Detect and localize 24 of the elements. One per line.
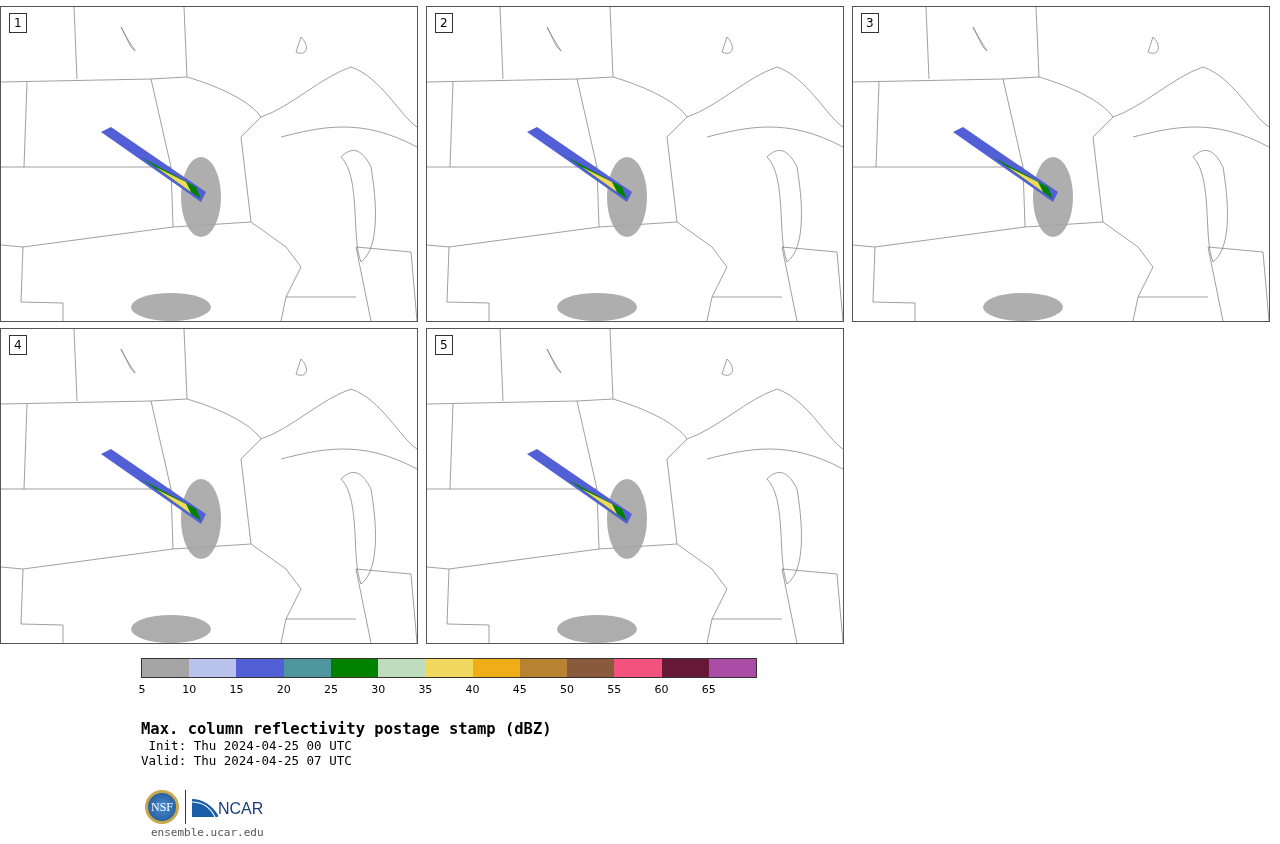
tick-label: 10	[182, 684, 197, 696]
panel-number: 2	[435, 13, 453, 33]
ncar-logo: NCAR	[192, 797, 264, 817]
tick-label: 65	[701, 684, 716, 696]
tick-label: 25	[323, 684, 338, 696]
tick-label: 5	[138, 684, 146, 696]
tick-label: 45	[512, 684, 527, 696]
tick-label: 30	[371, 684, 386, 696]
tick-label: 15	[229, 684, 244, 696]
tick-label: 50	[560, 684, 575, 696]
tick-label: 35	[418, 684, 433, 696]
chart-title: Max. column reflectivity postage stamp (dBZ)	[141, 720, 553, 738]
tick-label: 55	[607, 684, 622, 696]
tick-label: 20	[276, 684, 291, 696]
website-url: ensemble.ucar.edu	[151, 826, 265, 839]
panel-number: 4	[9, 335, 27, 355]
init-time: Init: Thu 2024-04-25 00 UTC	[147, 738, 353, 753]
nsf-logo: NSF	[145, 790, 179, 824]
tick-label: 40	[465, 684, 480, 696]
panel-number: 1	[9, 13, 27, 33]
tick-label: 60	[654, 684, 669, 696]
panel-number: 5	[435, 335, 453, 355]
panel-number: 3	[861, 13, 879, 33]
valid-time: Valid: Thu 2024-04-25 07 UTC	[141, 753, 353, 768]
